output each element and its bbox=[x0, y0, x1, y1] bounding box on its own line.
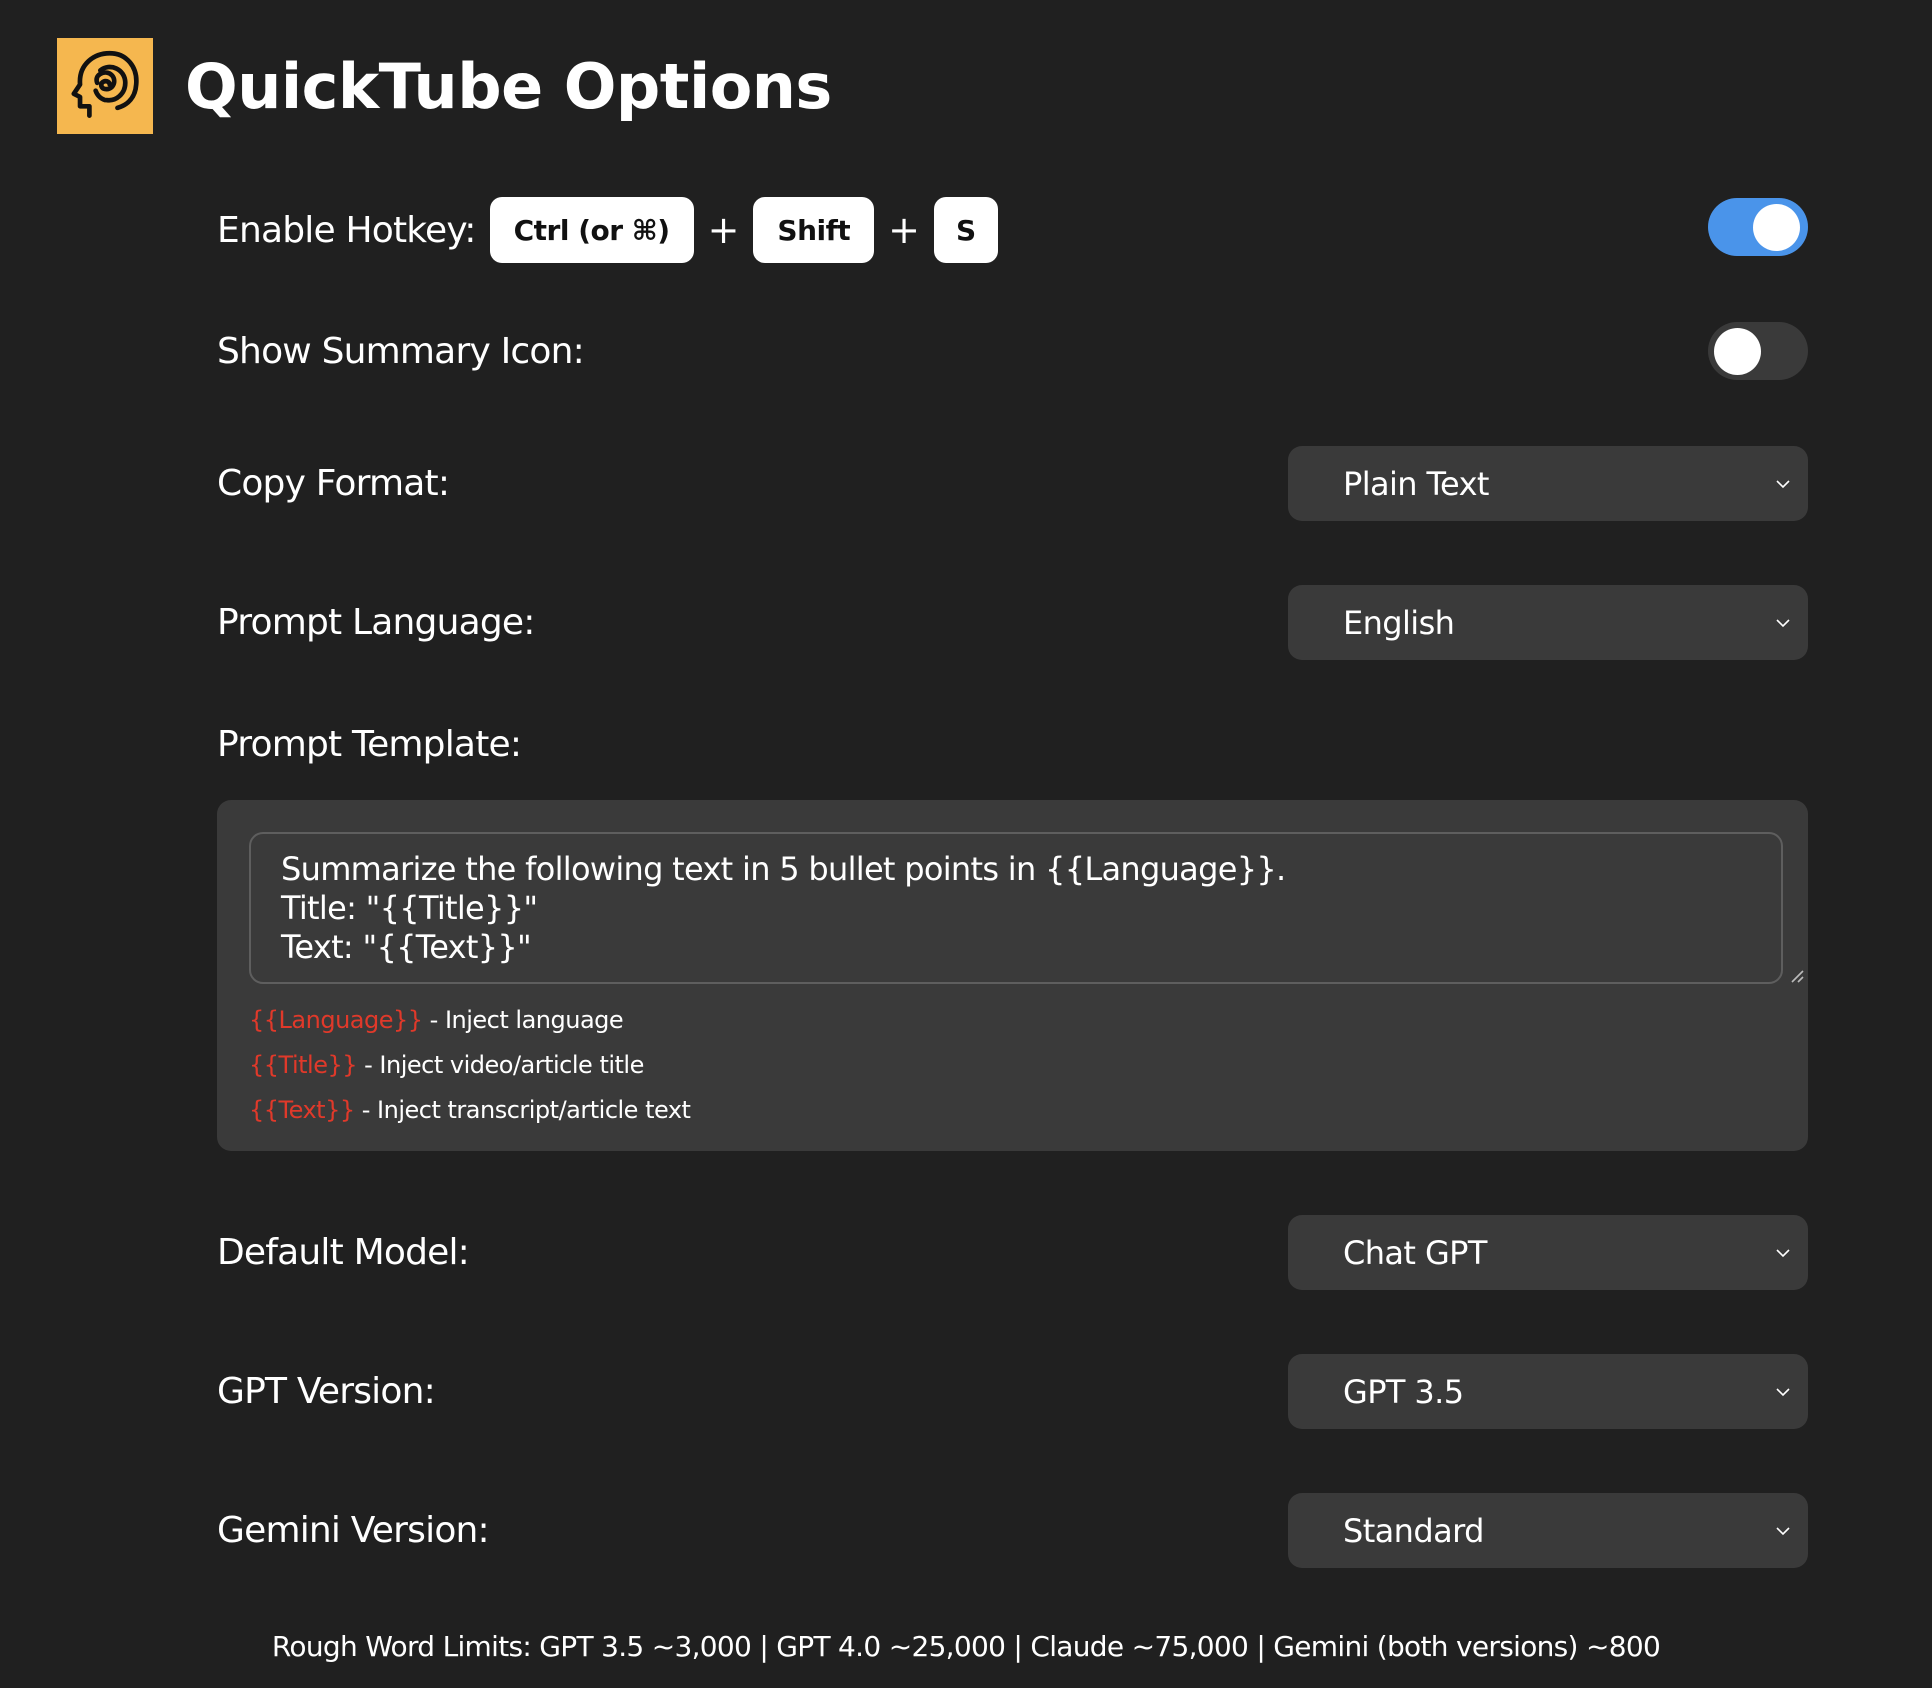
copy-format-label: Copy Format: bbox=[217, 463, 450, 504]
hotkey-key-s: S bbox=[934, 197, 998, 263]
select-value: Plain Text bbox=[1343, 464, 1489, 503]
head-maze-icon bbox=[71, 50, 139, 118]
hint-language: {{Language}} - Inject language bbox=[249, 998, 690, 1043]
select-value: Chat GPT bbox=[1343, 1233, 1487, 1272]
gpt-version-row: GPT Version: GPT 3.5 bbox=[217, 1354, 1808, 1429]
gemini-version-row: Gemini Version: Standard bbox=[217, 1493, 1808, 1568]
hotkey-key-shift: Shift bbox=[753, 197, 875, 263]
hint-var: {{Text}} bbox=[249, 1096, 355, 1124]
chevron-down-icon bbox=[1776, 1526, 1790, 1535]
gpt-version-select[interactable]: GPT 3.5 bbox=[1288, 1354, 1808, 1429]
hint-title: {{Title}} - Inject video/article title bbox=[249, 1043, 690, 1088]
copy-format-select[interactable]: Plain Text bbox=[1288, 446, 1808, 521]
gpt-version-label: GPT Version: bbox=[217, 1371, 436, 1412]
page-title: QuickTube Options bbox=[185, 49, 832, 123]
select-value: English bbox=[1343, 603, 1455, 642]
summary-icon-row: Show Summary Icon: bbox=[217, 322, 1808, 380]
chevron-down-icon bbox=[1776, 1387, 1790, 1396]
hotkey-label: Enable Hotkey: bbox=[217, 209, 476, 251]
show-summary-icon-toggle[interactable] bbox=[1708, 322, 1808, 380]
copy-format-row: Copy Format: Plain Text bbox=[217, 446, 1808, 521]
gemini-version-select[interactable]: Standard bbox=[1288, 1493, 1808, 1568]
summary-icon-label: Show Summary Icon: bbox=[217, 330, 585, 372]
chevron-down-icon bbox=[1776, 479, 1790, 488]
hint-var: {{Language}} bbox=[249, 1006, 423, 1034]
word-limits-note: Rough Word Limits: GPT 3.5 ~3,000 | GPT … bbox=[271, 1630, 1661, 1663]
plus-separator: + bbox=[888, 208, 921, 252]
select-value: Standard bbox=[1343, 1511, 1484, 1550]
select-value: GPT 3.5 bbox=[1343, 1372, 1464, 1411]
default-model-label: Default Model: bbox=[217, 1232, 470, 1273]
plus-separator: + bbox=[707, 208, 740, 252]
enable-hotkey-toggle[interactable] bbox=[1708, 198, 1808, 256]
toggle-knob bbox=[1753, 204, 1800, 251]
resize-handle-icon[interactable] bbox=[1789, 968, 1805, 984]
app-logo bbox=[57, 38, 153, 134]
gemini-version-label: Gemini Version: bbox=[217, 1510, 490, 1551]
prompt-template-textarea[interactable]: Summarize the following text in 5 bullet… bbox=[249, 832, 1783, 984]
default-model-row: Default Model: Chat GPT bbox=[217, 1215, 1808, 1290]
prompt-language-row: Prompt Language: English bbox=[217, 585, 1808, 660]
hint-desc: - Inject language bbox=[422, 1006, 624, 1034]
hotkey-row: Enable Hotkey: Ctrl (or ⌘) + Shift + S bbox=[217, 197, 1808, 263]
prompt-template-panel: Summarize the following text in 5 bullet… bbox=[217, 800, 1808, 1151]
default-model-select[interactable]: Chat GPT bbox=[1288, 1215, 1808, 1290]
hotkey-key-ctrl: Ctrl (or ⌘) bbox=[489, 197, 694, 263]
hint-var: {{Title}} bbox=[249, 1051, 358, 1079]
page-header: QuickTube Options bbox=[57, 38, 832, 134]
template-variable-hints: {{Language}} - Inject language {{Title}}… bbox=[249, 998, 691, 1133]
hint-desc: - Inject video/article title bbox=[357, 1051, 644, 1079]
prompt-template-row: Prompt Template: bbox=[217, 724, 1808, 765]
toggle-knob bbox=[1714, 328, 1761, 375]
prompt-language-label: Prompt Language: bbox=[217, 602, 535, 643]
hint-desc: - Inject transcript/article text bbox=[354, 1096, 691, 1124]
hint-text: {{Text}} - Inject transcript/article tex… bbox=[249, 1088, 691, 1133]
chevron-down-icon bbox=[1776, 1248, 1790, 1257]
prompt-template-label: Prompt Template: bbox=[217, 724, 522, 765]
prompt-language-select[interactable]: English bbox=[1288, 585, 1808, 660]
chevron-down-icon bbox=[1776, 618, 1790, 627]
